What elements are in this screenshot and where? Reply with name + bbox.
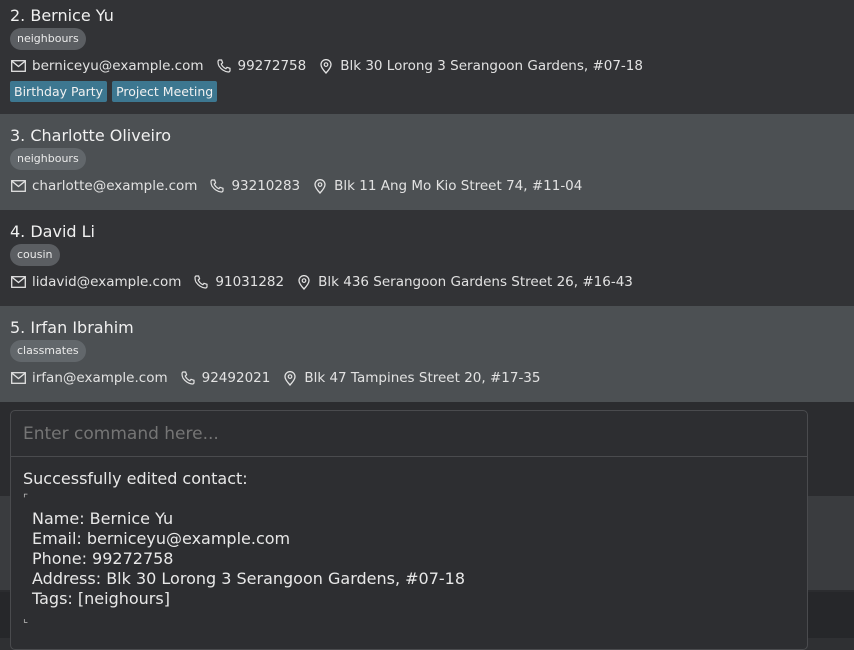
result-address-line: Address: Blk 30 Lorong 3 Serangoon Garde… (32, 569, 466, 588)
open-bracket-glyph: ⌜ (23, 492, 29, 505)
contact-card[interactable]: 5. Irfan Ibrahim classmates irfan@exampl… (0, 306, 854, 402)
location-icon (296, 274, 312, 290)
contact-card[interactable]: 4. David Li cousin lidavid@example.com 9… (0, 210, 854, 306)
result-header: Successfully edited contact: (23, 469, 248, 488)
contact-email: charlotte@example.com (32, 178, 198, 194)
command-panel: Successfully edited contact: ⌜ Name: Ber… (10, 410, 808, 650)
contact-email: berniceyu@example.com (32, 58, 204, 74)
contact-tag: cousin (10, 244, 60, 266)
phone-icon (216, 58, 232, 74)
email-icon (10, 370, 26, 386)
event-list: Birthday Party Project Meeting (10, 81, 222, 102)
contact-name: 2. Bernice Yu (10, 6, 114, 25)
phone-icon (209, 178, 225, 194)
contact-address: Blk 47 Tampines Street 20, #17-35 (304, 370, 541, 386)
contact-card[interactable]: 3. Charlotte Oliveiro neighbours charlot… (0, 114, 854, 210)
contact-name: 5. Irfan Ibrahim (10, 318, 134, 337)
close-bracket-glyph: ⌞ (23, 612, 29, 625)
location-icon (312, 178, 328, 194)
contact-info-row: lidavid@example.com 91031282 Blk 436 Ser… (10, 272, 633, 292)
result-name-line: Name: Bernice Yu (32, 509, 174, 528)
event-badge: Project Meeting (112, 81, 218, 102)
contact-phone: 92492021 (201, 370, 271, 386)
contact-name: 3. Charlotte Oliveiro (10, 126, 172, 145)
contact-email: lidavid@example.com (32, 274, 182, 290)
contact-card[interactable]: 2. Bernice Yu neighbours berniceyu@examp… (0, 0, 854, 114)
email-icon (10, 58, 26, 74)
contact-info-row: berniceyu@example.com 99272758 Blk 30 Lo… (10, 56, 643, 76)
contact-phone: 99272758 (237, 58, 307, 74)
command-input[interactable] (11, 411, 807, 457)
contact-phone: 93210283 (231, 178, 301, 194)
contact-address: Blk 11 Ang Mo Kio Street 74, #11-04 (334, 178, 583, 194)
contact-address: Blk 436 Serangoon Gardens Street 26, #16… (318, 274, 633, 290)
event-badge: Birthday Party (10, 81, 108, 102)
contact-name: 4. David Li (10, 222, 95, 241)
location-icon (282, 370, 298, 386)
contact-tag: neighbours (10, 148, 86, 170)
email-icon (10, 178, 26, 194)
email-icon (10, 274, 26, 290)
contact-tag: classmates (10, 340, 86, 362)
result-email-line: Email: berniceyu@example.com (32, 529, 291, 548)
contact-email: irfan@example.com (32, 370, 168, 386)
contact-tag: neighbours (10, 28, 86, 50)
contact-phone: 91031282 (215, 274, 285, 290)
result-tags-line: Tags: [neighours] (32, 589, 170, 608)
contact-info-row: irfan@example.com 92492021 Blk 47 Tampin… (10, 368, 541, 388)
contact-info-row: charlotte@example.com 93210283 Blk 11 An… (10, 176, 582, 196)
contact-address: Blk 30 Lorong 3 Serangoon Gardens, #07-1… (340, 58, 643, 74)
location-icon (318, 58, 334, 74)
phone-icon (180, 370, 196, 386)
result-display: Successfully edited contact: ⌜ Name: Ber… (23, 469, 465, 629)
result-phone-line: Phone: 99272758 (32, 549, 174, 568)
phone-icon (193, 274, 209, 290)
